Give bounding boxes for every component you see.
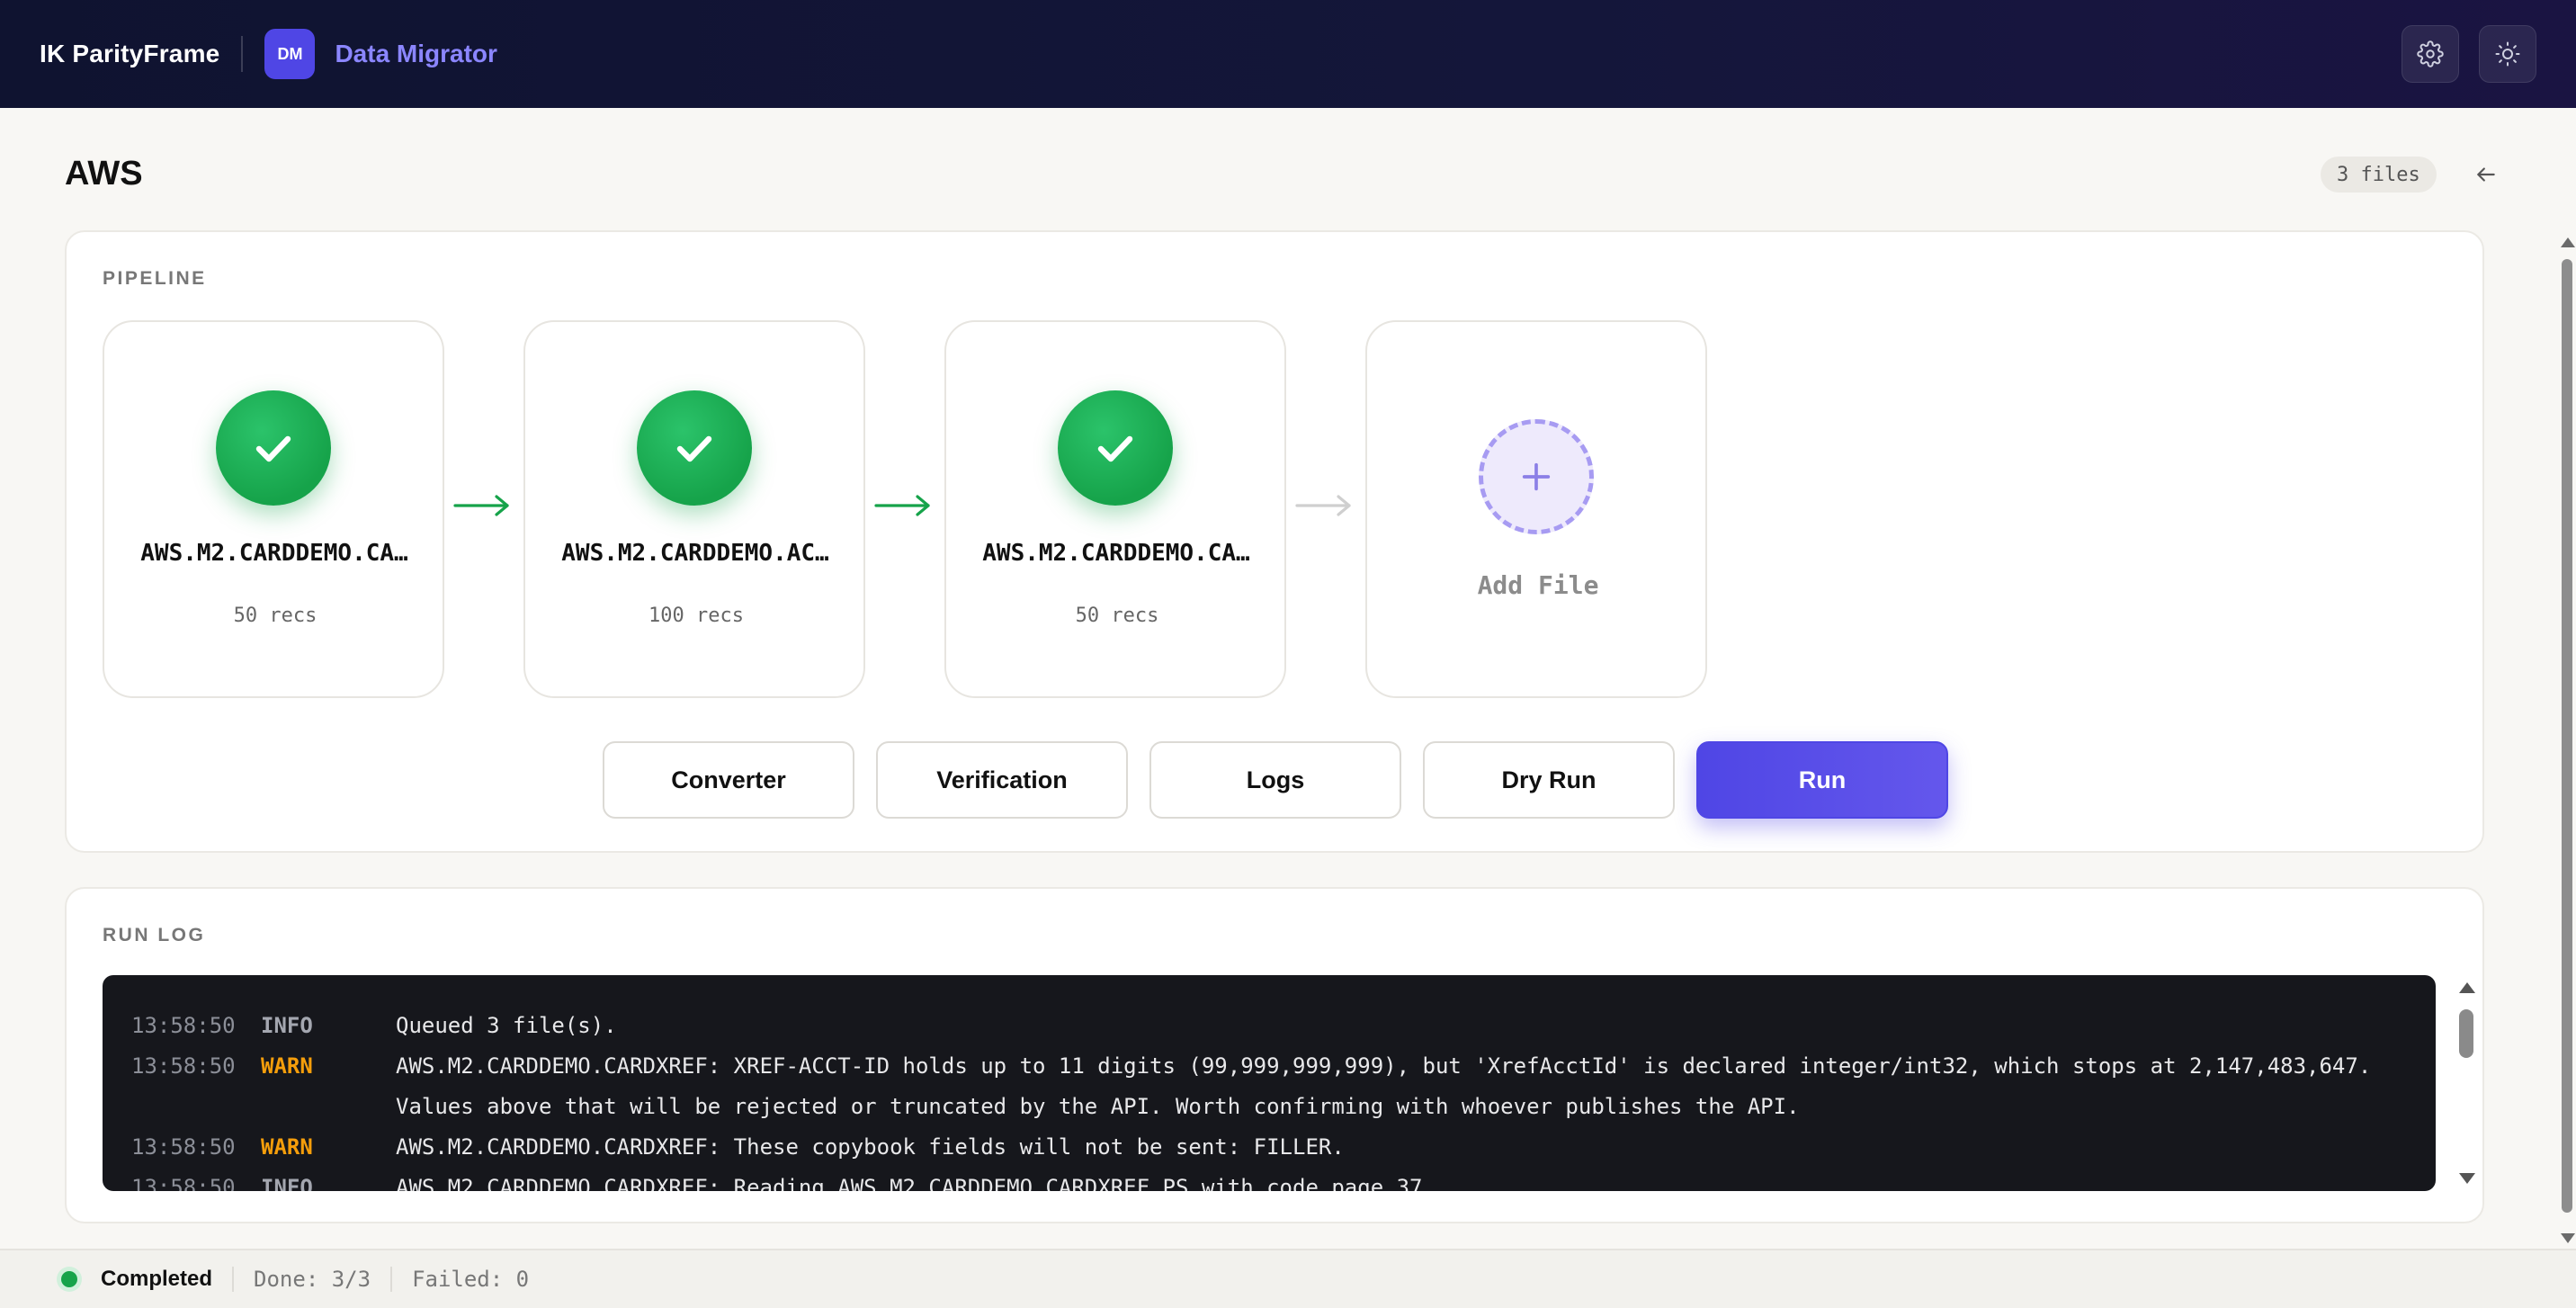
check-icon bbox=[676, 435, 712, 462]
scroll-up-arrow[interactable] bbox=[2459, 982, 2475, 993]
log-message: AWS.M2.CARDDEMO.CARDXREF: These copybook… bbox=[396, 1134, 1345, 1160]
run-button[interactable]: Run bbox=[1696, 741, 1948, 819]
status-bar: Completed Done: 3/3 Failed: 0 bbox=[0, 1249, 2576, 1308]
status-dot-icon bbox=[61, 1271, 77, 1287]
log-output[interactable]: 13:58:50 INFO Queued 3 file(s). 13:58:50… bbox=[103, 975, 2436, 1191]
add-file-button[interactable] bbox=[1479, 419, 1594, 534]
step-status bbox=[216, 390, 331, 506]
dry-run-button[interactable]: Dry Run bbox=[1423, 741, 1675, 819]
status-text: Completed bbox=[101, 1267, 213, 1291]
logs-button[interactable]: Logs bbox=[1149, 741, 1401, 819]
step-name: AWS.M2.CARDDEMO.CA… bbox=[982, 540, 1250, 567]
page-title: AWS bbox=[65, 155, 143, 193]
plus-icon bbox=[1522, 462, 1551, 491]
verification-button[interactable]: Verification bbox=[876, 741, 1128, 819]
log-time: 13:58:50 bbox=[131, 1053, 236, 1079]
step-status bbox=[1058, 390, 1173, 506]
step-recs: 50 recs bbox=[233, 605, 318, 627]
scroll-thumb[interactable] bbox=[2459, 1009, 2473, 1058]
log-message: AWS.M2.CARDDEMO.CARDXREF: XREF-ACCT-ID h… bbox=[396, 1053, 2372, 1079]
status-divider bbox=[232, 1267, 235, 1292]
sun-icon bbox=[2495, 41, 2520, 67]
log-time: 13:58:50 bbox=[131, 1013, 236, 1038]
pipeline-step[interactable]: AWS.M2.CARDDEMO.CA… 50 recs bbox=[944, 320, 1286, 698]
log-line: 13:58:50 INFO AWS.M2.CARDDEMO.CARDXREF: … bbox=[131, 1168, 2398, 1191]
theme-toggle-button[interactable] bbox=[2479, 25, 2536, 83]
step-recs: 50 recs bbox=[1075, 605, 1159, 627]
log-line: 13:58:50 INFO Queued 3 file(s). bbox=[131, 1006, 2398, 1046]
settings-button[interactable] bbox=[2402, 25, 2459, 83]
arrow-right-icon bbox=[874, 495, 930, 516]
log-message: Queued 3 file(s). bbox=[396, 1013, 617, 1038]
log-level: WARN bbox=[261, 1053, 313, 1079]
header-divider bbox=[241, 36, 244, 72]
pipeline-card: PIPELINE AWS.M2.CARDDEMO.CA… 50 recs AWS… bbox=[65, 230, 2484, 853]
log-level: INFO bbox=[261, 1013, 313, 1038]
scroll-up-arrow[interactable] bbox=[2561, 237, 2575, 247]
step-recs: 100 recs bbox=[648, 605, 744, 627]
log-scrollbar[interactable] bbox=[2454, 975, 2479, 1191]
header-actions bbox=[2402, 25, 2536, 83]
brand-name: IK ParityFrame bbox=[40, 40, 220, 67]
pipeline-step[interactable]: AWS.M2.CARDDEMO.CA… 50 recs bbox=[103, 320, 444, 698]
status-divider bbox=[390, 1267, 393, 1292]
add-file-card[interactable]: Add File bbox=[1365, 320, 1707, 698]
log-time: 13:58:50 bbox=[131, 1134, 236, 1160]
log-line: 13:58:50 WARN AWS.M2.CARDDEMO.CARDXREF: … bbox=[131, 1127, 2398, 1168]
gear-icon bbox=[2417, 40, 2444, 67]
arrow-right-icon bbox=[1295, 495, 1351, 516]
step-name: AWS.M2.CARDDEMO.AC… bbox=[561, 540, 829, 567]
app-name: Data Migrator bbox=[335, 40, 497, 67]
page-scrollbar[interactable] bbox=[2558, 232, 2576, 1243]
add-file-label: Add File bbox=[1477, 570, 1599, 600]
arrow-right-icon bbox=[453, 495, 509, 516]
scroll-down-arrow[interactable] bbox=[2561, 1233, 2575, 1243]
app-header: IK ParityFrame DM Data Migrator bbox=[0, 0, 2576, 108]
converter-button[interactable]: Converter bbox=[603, 741, 854, 819]
log-level: WARN bbox=[261, 1134, 313, 1160]
log-lines: 13:58:50 INFO Queued 3 file(s). 13:58:50… bbox=[131, 1006, 2398, 1191]
step-name: AWS.M2.CARDDEMO.CA… bbox=[140, 540, 408, 567]
check-icon bbox=[1097, 435, 1133, 462]
pipeline-label: PIPELINE bbox=[103, 268, 207, 289]
files-count-badge: 3 files bbox=[2321, 157, 2437, 193]
log-level: INFO bbox=[261, 1175, 313, 1191]
back-button[interactable] bbox=[2472, 160, 2500, 189]
app-badge: DM bbox=[264, 29, 316, 79]
done-count: Done: 3/3 bbox=[254, 1267, 371, 1292]
pipeline-step[interactable]: AWS.M2.CARDDEMO.AC… 100 recs bbox=[523, 320, 865, 698]
run-log-label: RUN LOG bbox=[103, 925, 206, 945]
run-log-card: RUN LOG 13:58:50 INFO Queued 3 file(s). … bbox=[65, 887, 2484, 1223]
log-line: 13:58:50 WARN AWS.M2.CARDDEMO.CARDXREF: … bbox=[131, 1046, 2398, 1087]
log-time: 13:58:50 bbox=[131, 1175, 236, 1191]
step-status bbox=[637, 390, 752, 506]
arrow-left-icon bbox=[2477, 167, 2495, 182]
failed-count: Failed: 0 bbox=[412, 1267, 530, 1292]
scroll-thumb[interactable] bbox=[2562, 259, 2572, 1213]
scroll-down-arrow[interactable] bbox=[2459, 1173, 2475, 1184]
check-icon bbox=[255, 435, 291, 462]
log-message: AWS.M2.CARDDEMO.CARDXREF: Reading AWS.M2… bbox=[396, 1175, 1436, 1191]
log-continuation: Values above that will be rejected or tr… bbox=[396, 1094, 1800, 1119]
